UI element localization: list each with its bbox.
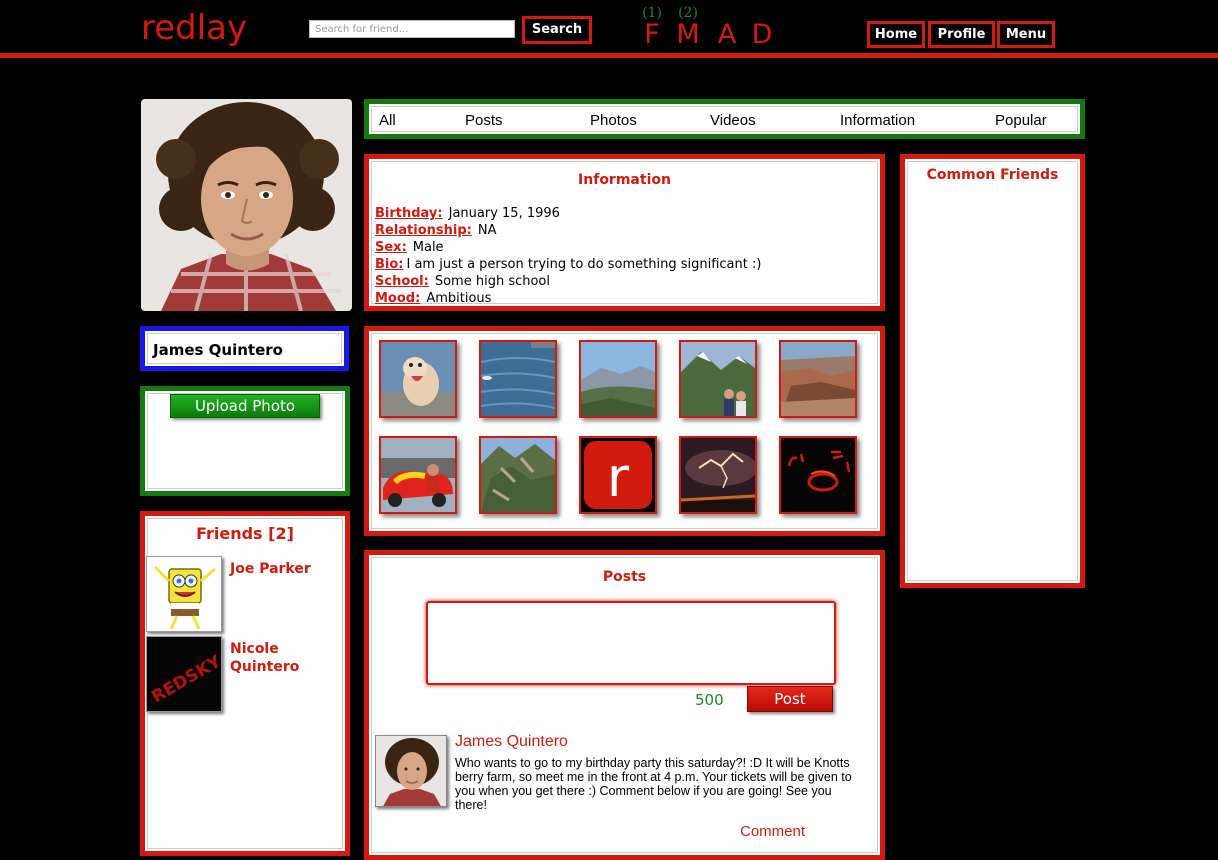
notification-letter: M bbox=[676, 19, 700, 50]
comment-link[interactable]: Comment bbox=[740, 823, 805, 840]
info-label[interactable]: Bio: bbox=[375, 257, 404, 272]
redsky-avatar[interactable]: REDSKY bbox=[146, 636, 222, 712]
forest-mountain-photo[interactable] bbox=[479, 436, 557, 514]
lake-photo[interactable] bbox=[479, 340, 557, 418]
notification-friends[interactable]: (1) F bbox=[640, 6, 664, 50]
tab-information[interactable]: Information bbox=[840, 112, 915, 129]
info-row-relationship: Relationship: NA bbox=[375, 222, 761, 239]
info-value: Male bbox=[412, 240, 444, 255]
notification-letter: F bbox=[644, 19, 660, 50]
posts-title: Posts bbox=[602, 569, 647, 585]
profile-name: James Quintero bbox=[153, 341, 283, 359]
posts-panel: Posts 500 Post James Quintero Who wants … bbox=[364, 550, 885, 860]
friend-name[interactable]: Joe Parker bbox=[230, 560, 340, 578]
friend-item[interactable]: REDSKY Nicole Quintero bbox=[146, 636, 346, 716]
tab-photos[interactable]: Photos bbox=[590, 112, 637, 129]
dark-red-photo[interactable] bbox=[779, 436, 857, 514]
notification-letter: A bbox=[717, 19, 737, 50]
friends-panel: Friends [2] Joe Parker REDSKY Nicole Qui… bbox=[140, 511, 350, 856]
tab-popular[interactable]: Popular bbox=[995, 112, 1047, 129]
photos-panel: r bbox=[364, 326, 885, 536]
tab-videos[interactable]: Videos bbox=[710, 112, 756, 129]
info-value: I am just a person trying to do somethin… bbox=[406, 257, 762, 272]
information-panel: Information Birthday: January 15, 1996 Re… bbox=[364, 154, 885, 311]
mountain-couple-photo[interactable] bbox=[679, 340, 757, 418]
information-title: Information bbox=[578, 172, 671, 188]
profile-name-box: James Quintero bbox=[140, 326, 349, 371]
common-friends-panel: Common Friends bbox=[900, 154, 1085, 588]
upload-photo-button[interactable]: Upload Photo bbox=[170, 394, 320, 418]
friend-name[interactable]: Nicole Quintero bbox=[230, 640, 340, 676]
tab-all[interactable]: All bbox=[379, 112, 396, 129]
info-row-bio: Bio: I am just a person trying to do some… bbox=[375, 256, 761, 273]
notification-a[interactable]: A bbox=[713, 6, 741, 50]
search-button[interactable]: Search bbox=[522, 16, 592, 44]
top-bar: redlay Search (1) F (2) M A D Home Profi… bbox=[0, 0, 1218, 53]
canyon-photo[interactable] bbox=[779, 340, 857, 418]
site-logo[interactable]: redlay bbox=[141, 8, 247, 48]
info-label[interactable]: Relationship: bbox=[375, 223, 472, 238]
tab-posts[interactable]: Posts bbox=[465, 112, 503, 129]
info-value: Ambitious bbox=[426, 291, 492, 306]
profile-tabs: All Posts Photos Videos Information Popu… bbox=[364, 99, 1085, 139]
post-button[interactable]: Post bbox=[747, 686, 833, 712]
search-input[interactable] bbox=[309, 20, 515, 38]
common-friends-title: Common Friends bbox=[926, 167, 1059, 183]
post-author-name[interactable]: James Quintero bbox=[455, 733, 568, 751]
notification-messages[interactable]: (2) M bbox=[672, 6, 704, 50]
info-value: NA bbox=[477, 223, 497, 238]
info-label[interactable]: School: bbox=[375, 274, 429, 289]
profile-button[interactable]: Profile bbox=[928, 21, 995, 48]
notification-count bbox=[713, 6, 741, 20]
dog-photo[interactable] bbox=[379, 340, 457, 418]
info-row-mood: Mood: Ambitious bbox=[375, 290, 761, 307]
upload-photo-panel: Upload Photo bbox=[140, 386, 350, 496]
info-value: January 15, 1996 bbox=[448, 206, 560, 221]
post-author-avatar[interactable] bbox=[375, 735, 447, 807]
notification-count: (2) bbox=[678, 5, 698, 21]
notification-d[interactable]: D bbox=[748, 6, 776, 50]
friend-item[interactable]: Joe Parker bbox=[146, 556, 346, 636]
info-label[interactable]: Birthday: bbox=[375, 206, 443, 221]
info-label[interactable]: Sex: bbox=[375, 240, 407, 255]
friends-title: Friends [2] bbox=[196, 524, 294, 543]
lightning-photo[interactable] bbox=[679, 436, 757, 514]
info-value: Some high school bbox=[434, 274, 550, 289]
info-label[interactable]: Mood: bbox=[375, 291, 420, 306]
header-divider bbox=[0, 53, 1218, 58]
char-counter: 500 bbox=[695, 691, 724, 709]
notification-count bbox=[748, 6, 776, 20]
post-text: Who wants to go to my birthday party thi… bbox=[455, 756, 852, 812]
menu-button[interactable]: Menu bbox=[997, 21, 1055, 48]
info-row-birthday: Birthday: January 15, 1996 bbox=[375, 205, 761, 222]
redlay-logo-photo[interactable]: r bbox=[579, 436, 657, 514]
post-textarea[interactable] bbox=[426, 601, 836, 685]
profile-photo[interactable] bbox=[141, 99, 352, 311]
information-list: Birthday: January 15, 1996 Relationship: N… bbox=[375, 205, 761, 307]
svg-text:r: r bbox=[607, 446, 630, 509]
spongebob-avatar[interactable] bbox=[146, 556, 222, 632]
car-photo[interactable] bbox=[379, 436, 457, 514]
home-button[interactable]: Home bbox=[867, 21, 925, 48]
info-row-sex: Sex: Male bbox=[375, 239, 761, 256]
info-row-school: School: Some high school bbox=[375, 273, 761, 290]
mountain-valley-photo[interactable] bbox=[579, 340, 657, 418]
notification-count: (1) bbox=[642, 5, 662, 21]
notification-letter: D bbox=[751, 19, 773, 50]
